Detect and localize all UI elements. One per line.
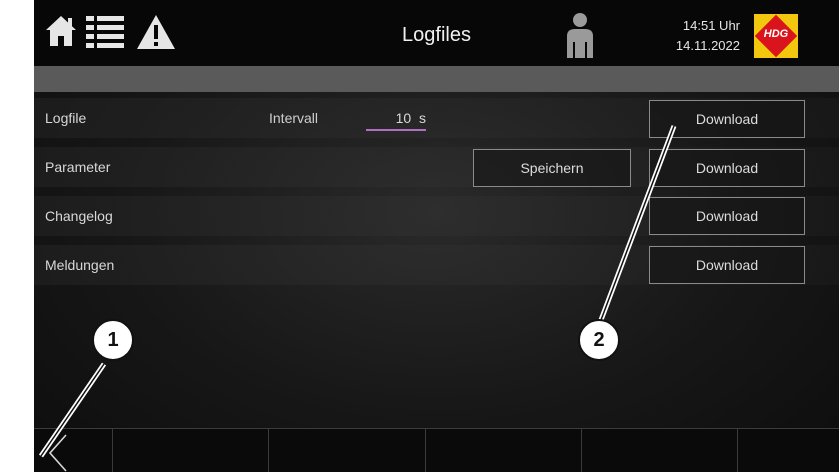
callout-1: 1: [92, 319, 134, 361]
callout-2: 2: [578, 319, 620, 361]
callout-overlay: [38, 125, 677, 458]
